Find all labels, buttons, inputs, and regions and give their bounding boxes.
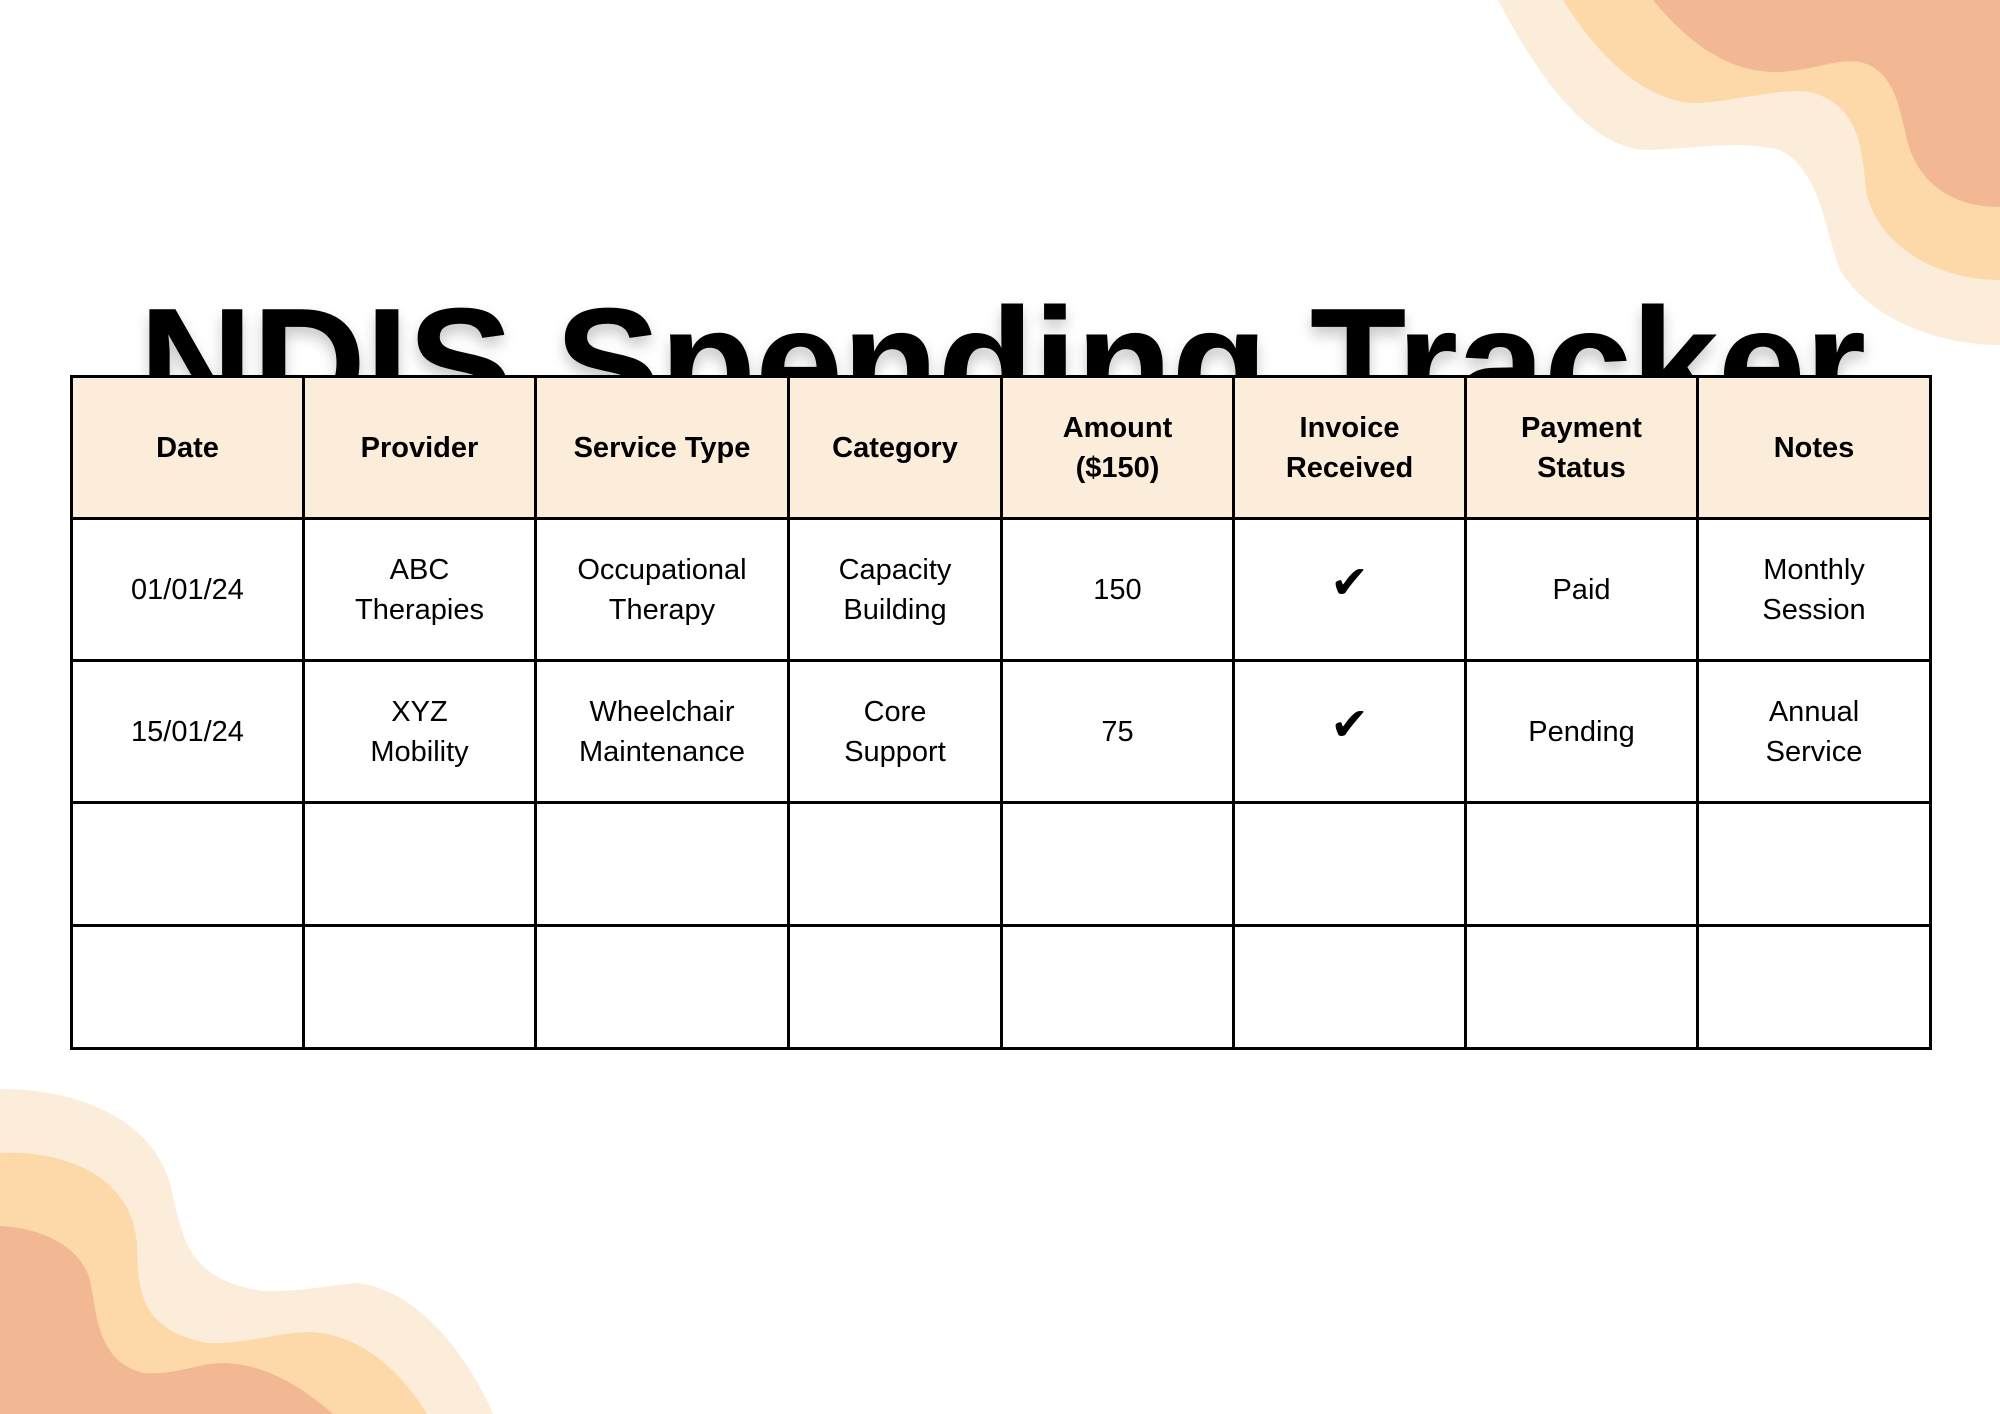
header-category: Category <box>787 375 1003 520</box>
cell-provider[interactable]: ABC Therapies <box>302 517 537 662</box>
header-provider: Provider <box>302 375 537 520</box>
header-amount: Amount ($150) <box>1000 375 1235 520</box>
cell-provider[interactable] <box>302 801 537 927</box>
cell-provider[interactable] <box>302 924 537 1050</box>
check-icon: ✔ <box>1330 697 1369 751</box>
cell-invoice-received[interactable]: ✔ <box>1232 517 1467 662</box>
cell-date[interactable]: 01/01/24 <box>70 517 305 662</box>
cell-amount[interactable] <box>1000 801 1235 927</box>
empty-table-row <box>70 801 1932 927</box>
spending-table: Date Provider Service Type Category Amou… <box>70 375 1932 1050</box>
table-row: 15/01/24 XYZ Mobility Wheelchair Maintenan… <box>70 659 1932 804</box>
cell-notes[interactable]: Annual Service <box>1696 659 1932 804</box>
cell-date[interactable] <box>70 801 305 927</box>
cell-date[interactable]: 15/01/24 <box>70 659 305 804</box>
cell-amount[interactable]: 150 <box>1000 517 1235 662</box>
check-icon: ✔ <box>1330 555 1369 609</box>
cell-amount[interactable]: 75 <box>1000 659 1235 804</box>
cell-payment-status[interactable] <box>1464 801 1699 927</box>
cell-service-type[interactable] <box>534 924 790 1050</box>
cell-notes[interactable] <box>1696 924 1932 1050</box>
cell-payment-status[interactable] <box>1464 924 1699 1050</box>
header-payment-status: Payment Status <box>1464 375 1699 520</box>
cell-category[interactable] <box>787 924 1003 1050</box>
cell-category[interactable]: Capacity Building <box>787 517 1003 662</box>
header-service-type: Service Type <box>534 375 790 520</box>
cell-invoice-received[interactable] <box>1232 924 1467 1050</box>
header-row: Date Provider Service Type Category Amou… <box>70 375 1932 520</box>
empty-table-row <box>70 924 1932 1050</box>
table-row: 01/01/24 ABC Therapies Occupational Therap… <box>70 517 1932 662</box>
cell-payment-status[interactable]: Paid <box>1464 517 1699 662</box>
header-invoice-received: Invoice Received <box>1232 375 1467 520</box>
cell-provider[interactable]: XYZ Mobility <box>302 659 537 804</box>
cell-service-type[interactable]: Wheelchair Maintenance <box>534 659 790 804</box>
cell-notes[interactable]: Monthly Session <box>1696 517 1932 662</box>
cell-notes[interactable] <box>1696 801 1932 927</box>
cell-invoice-received[interactable] <box>1232 801 1467 927</box>
cell-service-type[interactable]: Occupational Therapy <box>534 517 790 662</box>
cell-invoice-received[interactable]: ✔ <box>1232 659 1467 804</box>
header-notes: Notes <box>1696 375 1932 520</box>
cell-date[interactable] <box>70 924 305 1050</box>
cell-payment-status[interactable]: Pending <box>1464 659 1699 804</box>
cell-category[interactable]: Core Support <box>787 659 1003 804</box>
cell-amount[interactable] <box>1000 924 1235 1050</box>
cell-service-type[interactable] <box>534 801 790 927</box>
cell-category[interactable] <box>787 801 1003 927</box>
header-date: Date <box>70 375 305 520</box>
